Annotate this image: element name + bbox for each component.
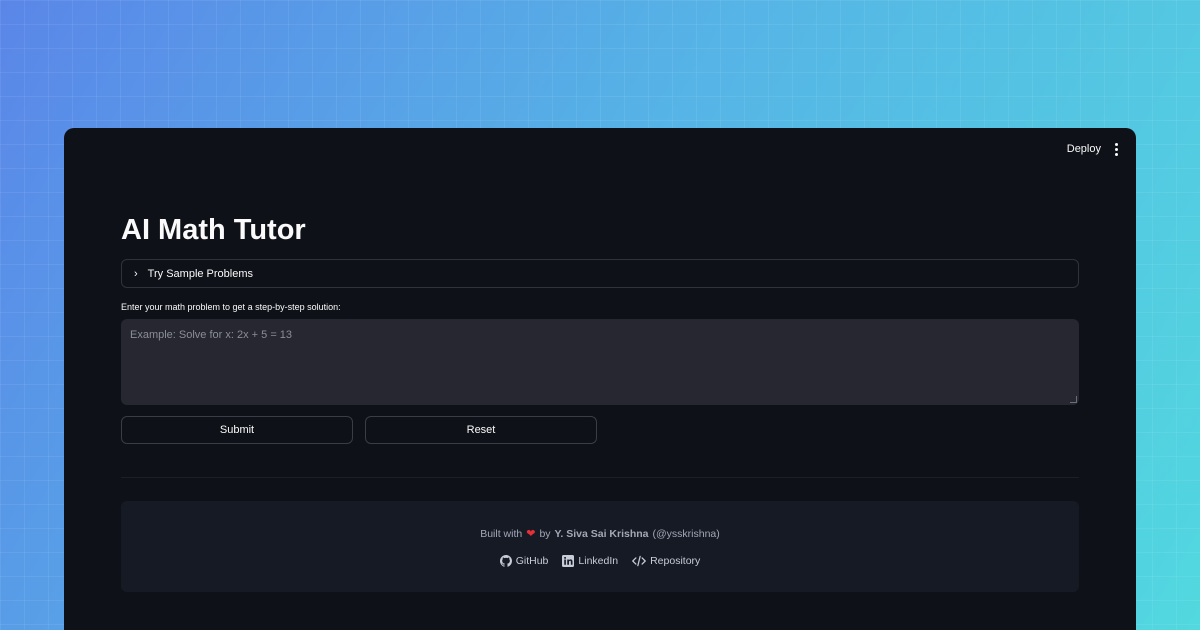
reset-button[interactable]: Reset — [365, 416, 597, 444]
textarea-placeholder: Example: Solve for x: 2x + 5 = 13 — [130, 329, 293, 341]
top-toolbar: Deploy — [1067, 128, 1136, 170]
by-text: by — [539, 527, 551, 540]
submit-button[interactable]: Submit — [121, 416, 353, 444]
footer-credits: Built with ❤ by Y. Siva Sai Krishna (@ys… — [480, 527, 720, 541]
built-with-text: Built with — [480, 527, 523, 540]
linkedin-icon — [562, 555, 575, 567]
deploy-button[interactable]: Deploy — [1067, 143, 1101, 155]
resize-handle[interactable] — [1070, 396, 1077, 403]
repository-link-label: Repository — [650, 555, 701, 567]
app-window: Deploy AI Math Tutor › Try Sample Proble… — [64, 128, 1136, 630]
linkedin-link-label: LinkedIn — [578, 555, 619, 567]
main-content: AI Math Tutor › Try Sample Problems Ente… — [121, 208, 1079, 592]
repository-link[interactable]: Repository — [632, 555, 700, 567]
author-handle: (@ysskrishna) — [652, 527, 720, 540]
heart-icon: ❤ — [526, 528, 536, 540]
divider — [121, 477, 1079, 478]
github-link[interactable]: GitHub — [499, 555, 549, 567]
kebab-menu-icon[interactable] — [1115, 142, 1118, 156]
problem-textarea[interactable]: Example: Solve for x: 2x + 5 = 13 — [121, 319, 1079, 405]
expander-label: Try Sample Problems — [147, 267, 254, 280]
sample-problems-expander[interactable]: › Try Sample Problems — [121, 259, 1079, 288]
linkedin-link[interactable]: LinkedIn — [562, 555, 618, 567]
footer: Built with ❤ by Y. Siva Sai Krishna (@ys… — [121, 501, 1079, 592]
footer-links: GitHub LinkedIn Repository — [499, 555, 700, 567]
action-buttons: Submit Reset — [121, 416, 1079, 444]
problem-input-label: Enter your math problem to get a step-by… — [121, 302, 341, 312]
page-title: AI Math Tutor — [121, 214, 306, 246]
github-icon — [499, 555, 512, 567]
github-link-label: GitHub — [515, 555, 549, 567]
author-name: Y. Siva Sai Krishna — [554, 527, 649, 540]
code-icon — [632, 555, 646, 567]
chevron-right-icon: › — [134, 267, 138, 280]
